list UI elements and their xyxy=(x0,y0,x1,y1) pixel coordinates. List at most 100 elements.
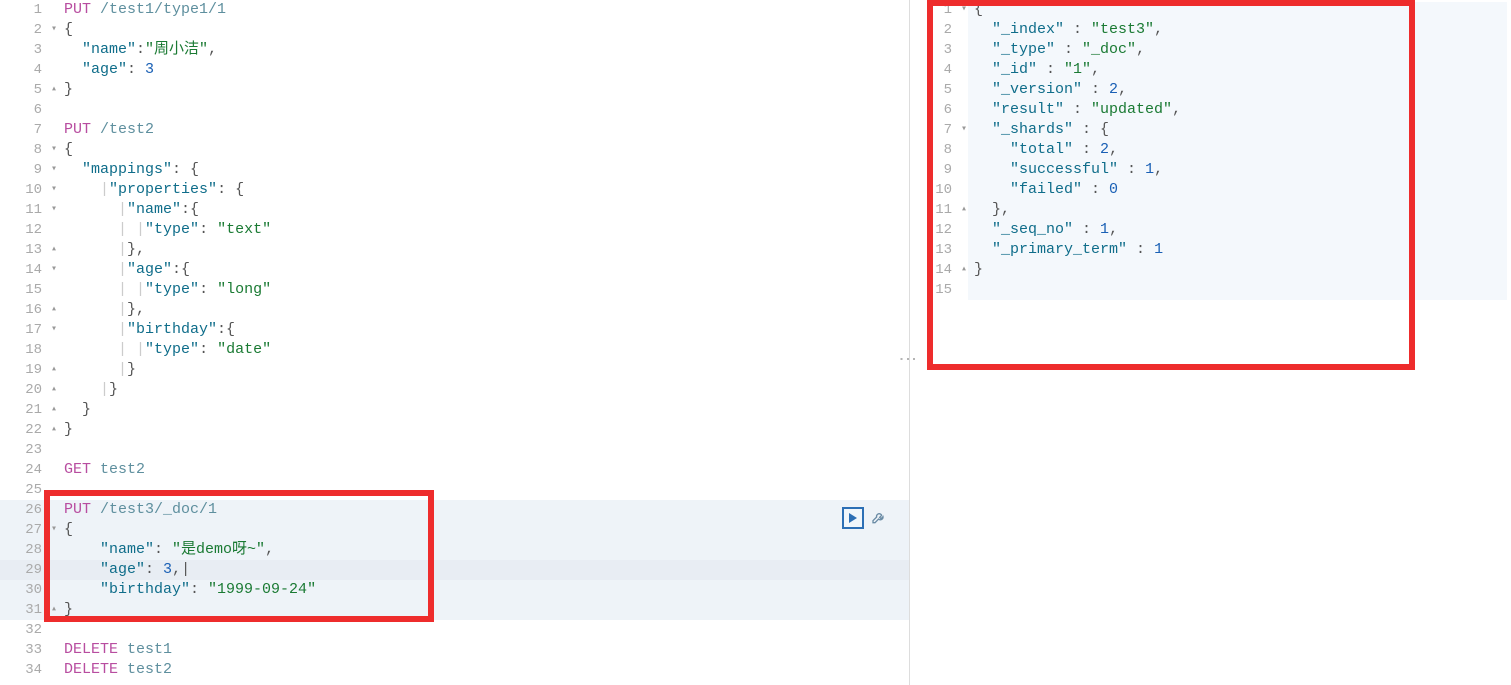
request-line[interactable]: 19▴ |} xyxy=(0,360,909,380)
request-line[interactable]: 15 | |"type": "long" xyxy=(0,280,909,300)
fold-marker[interactable]: ▴ xyxy=(48,400,60,420)
code-content[interactable] xyxy=(60,480,909,500)
request-line[interactable]: 31▴} xyxy=(0,600,909,620)
response-line[interactable]: 2 "_index" : "test3", xyxy=(910,20,1511,40)
response-line[interactable]: 15 xyxy=(910,280,1511,300)
request-editor[interactable]: 1PUT /test1/type1/12▾{3 "name":"周小洁",4 "… xyxy=(0,0,910,685)
code-content[interactable]: "age": 3 xyxy=(60,60,909,80)
code-content[interactable]: DELETE test2 xyxy=(60,660,909,680)
request-line[interactable]: 11▾ |"name":{ xyxy=(0,200,909,220)
code-content[interactable]: | |"type": "date" xyxy=(60,340,909,360)
fold-marker[interactable]: ▾ xyxy=(48,260,60,280)
response-line[interactable]: 9 "successful" : 1, xyxy=(910,160,1511,180)
code-content[interactable]: } xyxy=(60,80,909,100)
request-line[interactable]: 17▾ |"birthday":{ xyxy=(0,320,909,340)
response-line[interactable]: 3 "_type" : "_doc", xyxy=(910,40,1511,60)
code-content[interactable]: | |"type": "long" xyxy=(60,280,909,300)
run-request-button[interactable] xyxy=(842,507,864,529)
code-content[interactable]: |"age":{ xyxy=(60,260,909,280)
fold-marker[interactable]: ▴ xyxy=(48,240,60,260)
code-content[interactable]: "_type" : "_doc", xyxy=(970,40,1511,60)
request-line[interactable]: 21▴ } xyxy=(0,400,909,420)
request-line[interactable]: 25 xyxy=(0,480,909,500)
code-content[interactable]: |} xyxy=(60,380,909,400)
code-content[interactable]: } xyxy=(970,260,1511,280)
code-content[interactable]: |"birthday":{ xyxy=(60,320,909,340)
code-content[interactable]: "_shards" : { xyxy=(970,120,1511,140)
fold-marker[interactable]: ▾ xyxy=(958,120,970,140)
fold-marker[interactable]: ▴ xyxy=(48,380,60,400)
request-line[interactable]: 7PUT /test2 xyxy=(0,120,909,140)
fold-marker[interactable]: ▴ xyxy=(48,600,60,620)
code-content[interactable] xyxy=(970,280,1511,300)
response-line[interactable]: 1▾{ xyxy=(910,0,1511,20)
code-content[interactable]: } xyxy=(60,420,909,440)
code-content[interactable]: "_index" : "test3", xyxy=(970,20,1511,40)
code-content[interactable]: { xyxy=(60,20,909,40)
request-line[interactable]: 30 "birthday": "1999-09-24" xyxy=(0,580,909,600)
request-line[interactable]: 4 "age": 3 xyxy=(0,60,909,80)
request-line[interactable]: 16▴ |}, xyxy=(0,300,909,320)
code-content[interactable]: "successful" : 1, xyxy=(970,160,1511,180)
response-line[interactable]: 11▴ }, xyxy=(910,200,1511,220)
request-options-button[interactable] xyxy=(870,509,888,527)
fold-marker[interactable]: ▴ xyxy=(48,300,60,320)
request-line[interactable]: 2▾{ xyxy=(0,20,909,40)
code-content[interactable]: "name":"周小洁", xyxy=(60,40,909,60)
request-line[interactable]: 33DELETE test1 xyxy=(0,640,909,660)
request-line[interactable]: 34DELETE test2 xyxy=(0,660,909,680)
response-line[interactable]: 6 "result" : "updated", xyxy=(910,100,1511,120)
code-content[interactable]: PUT /test2 xyxy=(60,120,909,140)
request-line[interactable]: 8▾{ xyxy=(0,140,909,160)
code-content[interactable]: } xyxy=(60,600,909,620)
code-content[interactable]: "total" : 2, xyxy=(970,140,1511,160)
request-line[interactable]: 28 "name": "是demo呀~", xyxy=(0,540,909,560)
request-line[interactable]: 22▴} xyxy=(0,420,909,440)
fold-marker[interactable]: ▾ xyxy=(48,160,60,180)
code-content[interactable]: PUT /test3/_doc/1 xyxy=(60,500,909,520)
code-content[interactable] xyxy=(60,100,909,120)
code-content[interactable]: |"properties": { xyxy=(60,180,909,200)
request-line[interactable]: 23 xyxy=(0,440,909,460)
request-line[interactable]: 32 xyxy=(0,620,909,640)
fold-marker[interactable]: ▾ xyxy=(48,20,60,40)
code-content[interactable]: PUT /test1/type1/1 xyxy=(60,0,909,20)
code-content[interactable] xyxy=(60,440,909,460)
response-line[interactable]: 8 "total" : 2, xyxy=(910,140,1511,160)
code-content[interactable]: |"name":{ xyxy=(60,200,909,220)
fold-marker[interactable]: ▾ xyxy=(48,320,60,340)
code-content[interactable]: { xyxy=(970,0,1511,20)
request-line[interactable]: 27▾{ xyxy=(0,520,909,540)
response-viewer[interactable]: ⋮ 1▾{2 "_index" : "test3",3 "_type" : "_… xyxy=(910,0,1511,685)
code-content[interactable]: "_version" : 2, xyxy=(970,80,1511,100)
request-line[interactable]: 20▴ |} xyxy=(0,380,909,400)
fold-marker[interactable]: ▴ xyxy=(48,80,60,100)
code-content[interactable]: |}, xyxy=(60,240,909,260)
request-line[interactable]: 29 "age": 3,| xyxy=(0,560,909,580)
request-line[interactable]: 3 "name":"周小洁", xyxy=(0,40,909,60)
fold-marker[interactable]: ▾ xyxy=(48,140,60,160)
fold-marker[interactable]: ▴ xyxy=(48,360,60,380)
code-content[interactable]: GET test2 xyxy=(60,460,909,480)
code-content[interactable]: | |"type": "text" xyxy=(60,220,909,240)
code-content[interactable]: "_primary_term" : 1 xyxy=(970,240,1511,260)
code-content[interactable]: }, xyxy=(970,200,1511,220)
fold-marker[interactable]: ▾ xyxy=(48,180,60,200)
request-line[interactable]: 5▴} xyxy=(0,80,909,100)
code-content[interactable]: |} xyxy=(60,360,909,380)
request-line[interactable]: 1PUT /test1/type1/1 xyxy=(0,0,909,20)
response-line[interactable]: 13 "_primary_term" : 1 xyxy=(910,240,1511,260)
response-line[interactable]: 14▴} xyxy=(910,260,1511,280)
code-content[interactable]: "_id" : "1", xyxy=(970,60,1511,80)
fold-marker[interactable]: ▴ xyxy=(48,420,60,440)
code-content[interactable]: |}, xyxy=(60,300,909,320)
response-line[interactable]: 10 "failed" : 0 xyxy=(910,180,1511,200)
fold-marker[interactable]: ▾ xyxy=(958,0,970,20)
code-content[interactable]: "_seq_no" : 1, xyxy=(970,220,1511,240)
code-content[interactable]: "birthday": "1999-09-24" xyxy=(60,580,909,600)
code-content[interactable]: "mappings": { xyxy=(60,160,909,180)
request-line[interactable]: 9▾ "mappings": { xyxy=(0,160,909,180)
fold-marker[interactable]: ▾ xyxy=(48,200,60,220)
code-content[interactable]: "name": "是demo呀~", xyxy=(60,540,909,560)
fold-marker[interactable]: ▴ xyxy=(958,200,970,220)
